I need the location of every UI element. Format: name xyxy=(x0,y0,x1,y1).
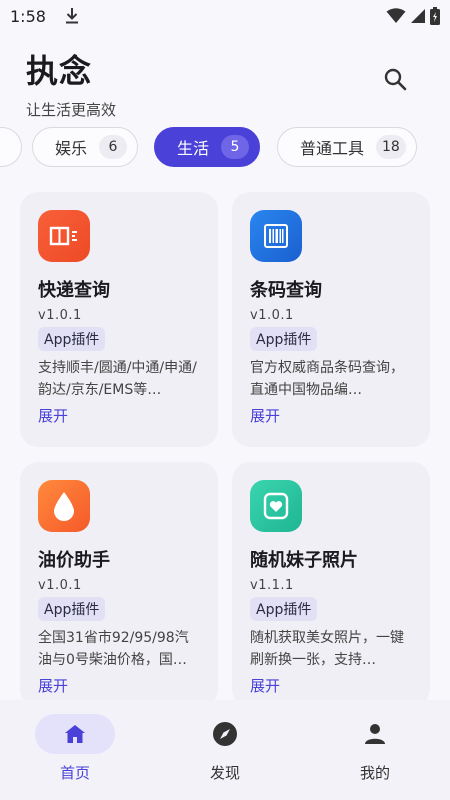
page-title: 执念 xyxy=(26,52,93,90)
card-badge: App插件 xyxy=(250,327,318,351)
plugin-card[interactable]: 随机妹子照片 v1.1.1 App插件 随机获取美女照片，一键刷新换一张，支持…… xyxy=(232,462,430,707)
card-description: 官方权威商品条码查询，直通中国物品编… xyxy=(250,360,404,398)
person-icon xyxy=(365,724,385,744)
chip-life[interactable]: 生活 5 xyxy=(154,127,261,167)
card-badge: App插件 xyxy=(38,597,106,621)
search-icon xyxy=(384,68,407,91)
heart-photo-icon xyxy=(250,480,302,532)
card-badge: App插件 xyxy=(250,597,318,621)
nav-discover-label: 发现 xyxy=(209,764,240,782)
card-badge: App插件 xyxy=(38,327,106,351)
chip-partial-hidden[interactable] xyxy=(0,127,22,167)
nav-home-pill xyxy=(35,714,115,754)
card-title: 随机妹子照片 xyxy=(250,550,358,571)
package-icon xyxy=(38,210,90,262)
card-title: 快递查询 xyxy=(38,280,110,301)
battery-icon xyxy=(430,7,440,25)
nav-home-label: 首页 xyxy=(59,764,90,782)
card-version: v1.0.1 xyxy=(38,308,82,323)
chip-count: 6 xyxy=(99,135,128,159)
nav-discover[interactable]: 发现 xyxy=(150,700,300,800)
card-version: v1.0.1 xyxy=(250,308,294,323)
chip-count: 18 xyxy=(376,135,406,159)
category-chips: 娱乐 6 生活 5 普通工具 18 xyxy=(0,127,450,169)
download-icon xyxy=(65,8,78,24)
card-version: v1.1.1 xyxy=(250,578,294,593)
nav-home[interactable]: 首页 xyxy=(0,700,150,800)
plugin-card[interactable]: 油价助手 v1.0.1 App插件 全国31省市92/95/98汽油与0号柴油价… xyxy=(20,462,218,707)
chip-entertainment[interactable]: 娱乐 6 xyxy=(32,127,139,167)
home-icon xyxy=(65,725,85,743)
chip-label: 普通工具 xyxy=(300,139,365,158)
status-bar: 1:58 xyxy=(0,0,450,32)
search-button[interactable] xyxy=(378,62,412,96)
barcode-icon xyxy=(250,210,302,262)
status-time: 1:58 xyxy=(10,6,46,26)
compass-icon xyxy=(213,722,237,746)
plugin-card[interactable]: 快递查询 v1.0.1 App插件 支持顺丰/圆通/中通/申通/韵达/京东/EM… xyxy=(20,192,218,447)
nav-profile[interactable]: 我的 xyxy=(300,700,450,800)
card-version: v1.0.1 xyxy=(38,578,82,593)
chip-label: 生活 xyxy=(177,139,210,158)
card-title: 油价助手 xyxy=(38,550,110,571)
chip-common-tools[interactable]: 普通工具 18 xyxy=(277,127,417,167)
plugin-card[interactable]: 条码查询 v1.0.1 App插件 官方权威商品条码查询，直通中国物品编… 展开 xyxy=(232,192,430,447)
card-description: 全国31省市92/95/98汽油与0号柴油价格，国… xyxy=(38,630,189,668)
card-title: 条码查询 xyxy=(250,280,322,301)
bottom-navigation: 首页 发现 我的 xyxy=(0,700,450,800)
nav-discover-pill xyxy=(185,714,265,754)
expand-link[interactable]: 展开 xyxy=(250,405,412,426)
wifi-icon xyxy=(386,8,406,23)
card-description: 随机获取美女照片，一键刷新换一张，支持… xyxy=(250,630,404,668)
expand-link[interactable]: 展开 xyxy=(38,675,200,696)
card-description: 支持顺丰/圆通/中通/申通/韵达/京东/EMS等… xyxy=(38,360,197,398)
nav-profile-label: 我的 xyxy=(359,764,390,782)
nav-profile-pill xyxy=(335,714,415,754)
chip-label: 娱乐 xyxy=(55,139,88,158)
chip-count: 5 xyxy=(221,135,250,159)
expand-link[interactable]: 展开 xyxy=(250,675,412,696)
page-subtitle: 让生活更高效 xyxy=(26,101,117,119)
drop-icon xyxy=(38,480,90,532)
signal-icon xyxy=(411,9,425,23)
expand-link[interactable]: 展开 xyxy=(38,405,200,426)
